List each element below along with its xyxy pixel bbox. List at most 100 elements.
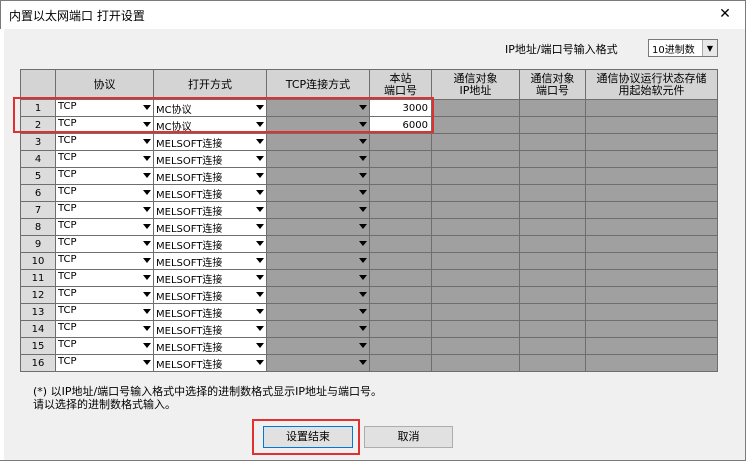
open-mode-select[interactable]: MELSOFT连接 [154, 151, 266, 167]
tcp-mode-cell[interactable] [266, 337, 370, 355]
chevron-down-icon[interactable] [143, 309, 151, 314]
open-mode-cell[interactable]: MELSOFT连接 [153, 133, 267, 151]
protocol-select[interactable]: TCP [56, 287, 153, 303]
chevron-down-icon[interactable] [359, 139, 367, 144]
protocol-select[interactable]: TCP [56, 168, 153, 184]
open-mode-select[interactable]: MELSOFT连接 [154, 253, 266, 269]
open-mode-select[interactable]: MELSOFT连接 [154, 236, 266, 252]
protocol-select[interactable]: TCP [56, 321, 153, 337]
chevron-down-icon[interactable] [256, 326, 264, 331]
open-mode-cell[interactable]: MELSOFT连接 [153, 218, 267, 236]
chevron-down-icon[interactable] [359, 190, 367, 195]
chevron-down-icon[interactable] [359, 360, 367, 365]
open-mode-select[interactable]: MELSOFT连接 [154, 168, 266, 184]
tcp-mode-cell[interactable] [266, 167, 370, 185]
open-mode-select[interactable]: MELSOFT连接 [154, 321, 266, 337]
chevron-down-icon[interactable] [256, 275, 264, 280]
protocol-cell[interactable]: TCP [55, 184, 154, 202]
chevron-down-icon[interactable] [143, 292, 151, 297]
chevron-down-icon[interactable] [256, 173, 264, 178]
open-mode-cell[interactable]: MELSOFT连接 [153, 303, 267, 321]
protocol-select[interactable]: TCP [56, 151, 153, 167]
open-mode-select[interactable]: MELSOFT连接 [154, 338, 266, 354]
chevron-down-icon[interactable] [359, 207, 367, 212]
tcp-mode-select[interactable] [267, 236, 369, 252]
open-mode-select[interactable]: MELSOFT连接 [154, 219, 266, 235]
tcp-mode-select[interactable] [267, 287, 369, 303]
protocol-cell[interactable]: TCP [55, 320, 154, 338]
tcp-mode-cell[interactable] [266, 150, 370, 168]
tcp-mode-cell[interactable] [266, 133, 370, 151]
chevron-down-icon[interactable] [256, 156, 264, 161]
open-mode-cell[interactable]: MELSOFT连接 [153, 150, 267, 168]
chevron-down-icon[interactable] [256, 343, 264, 348]
protocol-cell[interactable]: TCP [55, 303, 154, 321]
chevron-down-icon[interactable] [256, 258, 264, 263]
protocol-select[interactable]: TCP [56, 202, 153, 218]
tcp-mode-cell[interactable] [266, 184, 370, 202]
chevron-down-icon[interactable] [359, 326, 367, 331]
open-mode-select[interactable]: MELSOFT连接 [154, 202, 266, 218]
chevron-down-icon[interactable] [256, 309, 264, 314]
protocol-cell[interactable]: TCP [55, 252, 154, 270]
protocol-cell[interactable]: TCP [55, 150, 154, 168]
tcp-mode-select[interactable] [267, 202, 369, 218]
tcp-mode-cell[interactable] [266, 235, 370, 253]
chevron-down-icon[interactable] [359, 241, 367, 246]
tcp-mode-cell[interactable] [266, 252, 370, 270]
tcp-mode-cell[interactable] [266, 303, 370, 321]
chevron-down-icon[interactable] [359, 275, 367, 280]
chevron-down-icon[interactable] [359, 292, 367, 297]
open-mode-cell[interactable]: MELSOFT连接 [153, 201, 267, 219]
open-mode-cell[interactable]: MELSOFT连接 [153, 184, 267, 202]
open-mode-cell[interactable]: MELSOFT连接 [153, 320, 267, 338]
open-mode-cell[interactable]: MELSOFT连接 [153, 269, 267, 287]
tcp-mode-select[interactable] [267, 219, 369, 235]
chevron-down-icon[interactable] [256, 241, 264, 246]
open-mode-cell[interactable]: MELSOFT连接 [153, 286, 267, 304]
chevron-down-icon[interactable] [143, 360, 151, 365]
chevron-down-icon[interactable] [359, 224, 367, 229]
open-mode-select[interactable]: MELSOFT连接 [154, 287, 266, 303]
chevron-down-icon[interactable] [256, 292, 264, 297]
protocol-cell[interactable]: TCP [55, 286, 154, 304]
open-mode-cell[interactable]: MELSOFT连接 [153, 235, 267, 253]
chevron-down-icon[interactable] [256, 360, 264, 365]
protocol-select[interactable]: TCP [56, 219, 153, 235]
chevron-down-icon[interactable] [256, 190, 264, 195]
protocol-select[interactable]: TCP [56, 185, 153, 201]
chevron-down-icon[interactable] [359, 258, 367, 263]
chevron-down-icon[interactable] [143, 258, 151, 263]
tcp-mode-select[interactable] [267, 151, 369, 167]
protocol-select[interactable]: TCP [56, 270, 153, 286]
tcp-mode-cell[interactable] [266, 201, 370, 219]
open-mode-select[interactable]: MELSOFT连接 [154, 355, 266, 371]
protocol-cell[interactable]: TCP [55, 354, 154, 372]
tcp-mode-cell[interactable] [266, 218, 370, 236]
tcp-mode-select[interactable] [267, 270, 369, 286]
open-mode-select[interactable]: MELSOFT连接 [154, 185, 266, 201]
open-mode-cell[interactable]: MELSOFT连接 [153, 167, 267, 185]
chevron-down-icon[interactable] [359, 343, 367, 348]
tcp-mode-cell[interactable] [266, 320, 370, 338]
protocol-cell[interactable]: TCP [55, 167, 154, 185]
tcp-mode-select[interactable] [267, 321, 369, 337]
chevron-down-icon[interactable] [256, 139, 264, 144]
protocol-select[interactable]: TCP [56, 253, 153, 269]
tcp-mode-cell[interactable] [266, 269, 370, 287]
chevron-down-icon[interactable] [143, 326, 151, 331]
tcp-mode-select[interactable] [267, 304, 369, 320]
tcp-mode-select[interactable] [267, 253, 369, 269]
chevron-down-icon[interactable] [143, 156, 151, 161]
protocol-cell[interactable]: TCP [55, 269, 154, 287]
protocol-cell[interactable]: TCP [55, 337, 154, 355]
protocol-select[interactable]: TCP [56, 134, 153, 150]
chevron-down-icon[interactable] [143, 343, 151, 348]
close-icon[interactable]: ✕ [713, 4, 737, 24]
protocol-select[interactable]: TCP [56, 338, 153, 354]
tcp-mode-cell[interactable] [266, 286, 370, 304]
open-mode-cell[interactable]: MELSOFT连接 [153, 337, 267, 355]
chevron-down-icon[interactable] [143, 173, 151, 178]
open-mode-select[interactable]: MELSOFT连接 [154, 134, 266, 150]
format-select[interactable]: 10进制数 ▼ [648, 39, 718, 57]
